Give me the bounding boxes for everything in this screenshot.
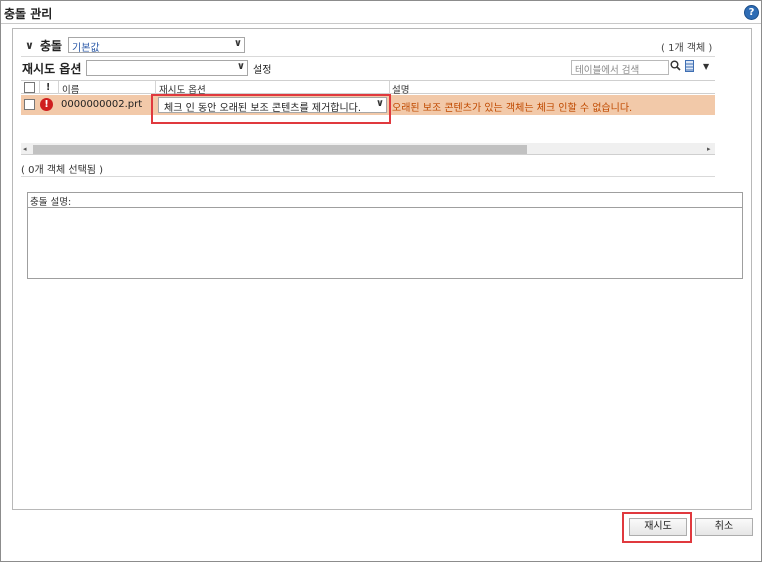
column-separator xyxy=(58,81,59,94)
annotation-highlight-retry-button xyxy=(622,512,692,543)
row-checkbox[interactable] xyxy=(24,99,35,110)
window-title: 충돌 관리 xyxy=(4,7,53,21)
column-header-status[interactable]: ! xyxy=(46,82,50,93)
retry-options-select[interactable]: ∨ xyxy=(86,60,248,76)
conflict-filter-select[interactable]: 기본값 ∨ xyxy=(68,37,245,54)
retry-options-title: 재시도 옵션 xyxy=(22,62,82,76)
settings-link[interactable]: 설정 xyxy=(253,61,271,76)
chevron-down-icon: ∨ xyxy=(236,61,245,72)
row-description: 오래된 보조 콘텐츠가 있는 객체는 체크 인할 수 없습니다. xyxy=(392,103,633,114)
divider xyxy=(21,176,715,177)
selection-status: ( 0개 객체 선택됨 ) xyxy=(21,165,104,176)
column-separator xyxy=(39,81,40,94)
divider xyxy=(21,56,715,57)
chevron-down-icon: ∨ xyxy=(233,38,242,49)
conflict-filter-value: 기본값 xyxy=(72,43,100,54)
scroll-left-icon[interactable]: ◂ xyxy=(23,145,27,153)
error-icon: ! xyxy=(40,98,53,111)
column-separator xyxy=(389,81,390,94)
select-all-checkbox[interactable] xyxy=(24,82,35,93)
cancel-button[interactable]: 취소 xyxy=(695,518,753,536)
table-menu-arrow-icon[interactable]: ▼ xyxy=(703,62,709,71)
table-header: ! 이름 재시도 옵션 설명 xyxy=(21,80,715,96)
conflict-section-title: 충돌 xyxy=(40,39,63,53)
conflict-management-window: 충돌 관리 ? ∨ 충돌 기본값 ∨ ( 1개 객체 ) 재시도 옵션 ∨ 설정… xyxy=(0,0,762,562)
object-count: ( 1개 객체 ) xyxy=(661,43,713,54)
column-separator xyxy=(155,81,156,94)
help-icon[interactable]: ? xyxy=(744,5,759,20)
title-bar: 충돌 관리 ? xyxy=(1,1,761,24)
column-header-description[interactable]: 설명 xyxy=(392,82,409,96)
column-header-name[interactable]: 이름 xyxy=(62,82,79,96)
table-options-icon[interactable] xyxy=(685,60,694,75)
divider xyxy=(28,207,742,208)
scroll-right-icon[interactable]: ▸ xyxy=(707,145,711,153)
conflict-description-box: 충돌 설명: xyxy=(27,192,743,279)
row-name: 0000000002.prt xyxy=(61,99,143,110)
conflict-description-label: 충돌 설명: xyxy=(30,197,72,208)
collapse-chevron-icon[interactable]: ∨ xyxy=(25,39,34,52)
table-search-input[interactable]: 테이블에서 검색 xyxy=(571,60,669,76)
scrollbar-thumb[interactable] xyxy=(33,145,527,154)
annotation-highlight-retry-option xyxy=(151,94,391,124)
horizontal-scrollbar[interactable]: ◂ ▸ xyxy=(21,143,715,155)
search-placeholder: 테이블에서 검색 xyxy=(575,65,640,76)
search-icon[interactable] xyxy=(670,60,681,74)
